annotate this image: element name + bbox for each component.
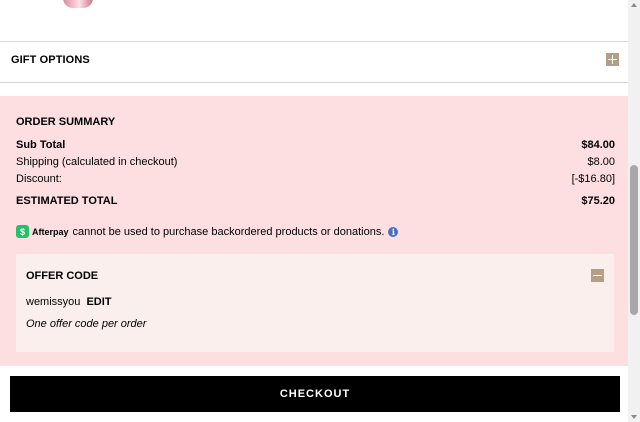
scrollbar[interactable]	[628, 0, 640, 422]
offer-code-value: wemissyou	[26, 296, 81, 308]
divider	[0, 41, 628, 42]
afterpay-brand: Afterpay	[32, 226, 69, 237]
scroll-up-icon[interactable]	[631, 3, 637, 7]
checkout-button[interactable]: CHECKOUT	[10, 376, 620, 412]
estimated-total-label: ESTIMATED TOTAL	[16, 195, 118, 207]
offer-code-note: One offer code per order	[26, 318, 147, 330]
discount-row: Discount: [-$16.80]	[16, 173, 615, 185]
shipping-row: Shipping (calculated in checkout) $8.00	[16, 156, 615, 168]
shipping-value: $8.00	[587, 156, 615, 168]
info-icon[interactable]: i	[388, 226, 399, 237]
subtotal-row: Sub Total $84.00	[16, 139, 615, 151]
edit-code-link[interactable]: EDIT	[86, 296, 111, 308]
afterpay-logo-icon: $	[16, 225, 29, 238]
minus-icon[interactable]	[591, 269, 604, 282]
subtotal-label: Sub Total	[16, 139, 66, 151]
offer-code-panel: OFFER CODE wemissyou EDIT One offer code…	[16, 254, 614, 352]
shipping-label: Shipping (calculated in checkout)	[16, 156, 178, 168]
divider	[0, 82, 628, 83]
applied-code: wemissyou EDIT	[26, 296, 112, 308]
product-thumbnail[interactable]	[60, 0, 100, 10]
afterpay-notice: $ Afterpay cannot be used to purchase ba…	[16, 225, 399, 238]
subtotal-value: $84.00	[581, 139, 615, 151]
estimated-total-value: $75.20	[581, 195, 615, 207]
afterpay-message: cannot be used to purchase backordered p…	[72, 225, 385, 238]
offer-code-title: OFFER CODE	[26, 270, 99, 282]
product-bottle-image	[63, 0, 93, 8]
discount-label: Discount:	[16, 173, 62, 185]
scrollbar-thumb[interactable]	[630, 165, 638, 315]
plus-icon[interactable]	[606, 53, 619, 66]
gift-options-title: GIFT OPTIONS	[11, 54, 90, 66]
estimated-total-row: ESTIMATED TOTAL $75.20	[16, 195, 615, 207]
discount-value: [-$16.80]	[571, 173, 615, 185]
order-summary-title: ORDER SUMMARY	[16, 116, 116, 128]
cart-page: GIFT OPTIONS ORDER SUMMARY Sub Total $84…	[0, 0, 628, 422]
scroll-down-icon[interactable]	[631, 415, 637, 419]
order-summary: ORDER SUMMARY Sub Total $84.00 Shipping …	[0, 96, 628, 366]
